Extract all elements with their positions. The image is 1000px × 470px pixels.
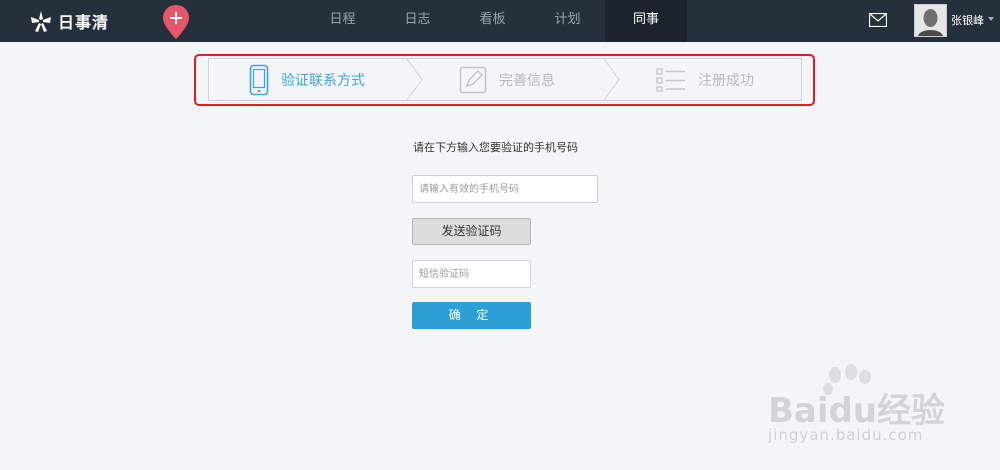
nav-item-board[interactable]: 看板 xyxy=(455,0,530,42)
chevron-down-icon[interactable] xyxy=(988,17,994,21)
list-icon xyxy=(656,67,685,92)
avatar[interactable] xyxy=(914,4,947,37)
app-name: 日事清 xyxy=(58,13,110,32)
watermark-brand: Baidu经验 xyxy=(768,391,946,431)
chevron-right-icon xyxy=(604,59,620,100)
step-register-success: 注册成功 xyxy=(656,59,754,100)
step-label: 完善信息 xyxy=(499,72,555,89)
phone-input[interactable] xyxy=(412,175,598,203)
user-name[interactable]: 张银峰 xyxy=(951,12,984,28)
chevron-right-icon xyxy=(407,59,423,100)
step-complete-info: 完善信息 xyxy=(459,59,555,100)
nav-item-log[interactable]: 日志 xyxy=(380,0,455,42)
registration-steps: 验证联系方式 完善信息 注册成功 xyxy=(208,58,802,101)
app-logo[interactable]: 日事清 xyxy=(28,8,109,34)
step-verify-contact: 验证联系方式 xyxy=(249,59,365,100)
nav-item-plan[interactable]: 计划 xyxy=(530,0,605,42)
sms-code-input[interactable] xyxy=(412,260,531,288)
mail-icon[interactable] xyxy=(869,13,887,27)
phone-icon xyxy=(249,64,269,95)
step-label: 验证联系方式 xyxy=(281,72,365,89)
send-code-button[interactable]: 发送验证码 xyxy=(412,218,531,245)
form-prompt: 请在下方输入您要验证的手机号码 xyxy=(413,141,578,154)
main-nav: 日程 日志 看板 计划 同事 xyxy=(305,0,687,42)
user-portrait-icon xyxy=(915,5,946,36)
step-label: 注册成功 xyxy=(698,72,754,89)
nav-item-schedule[interactable]: 日程 xyxy=(305,0,380,42)
confirm-button[interactable]: 确 定 xyxy=(412,302,531,329)
add-pin-icon[interactable] xyxy=(162,4,190,40)
watermark-url: jingyan.baidu.com xyxy=(768,426,924,444)
top-navigation-bar: 日事清 日程 日志 看板 计划 同事 张银峰 xyxy=(0,0,1000,42)
edit-icon xyxy=(459,66,487,93)
nav-item-colleagues[interactable]: 同事 xyxy=(605,0,687,42)
logo-icon xyxy=(31,11,51,32)
